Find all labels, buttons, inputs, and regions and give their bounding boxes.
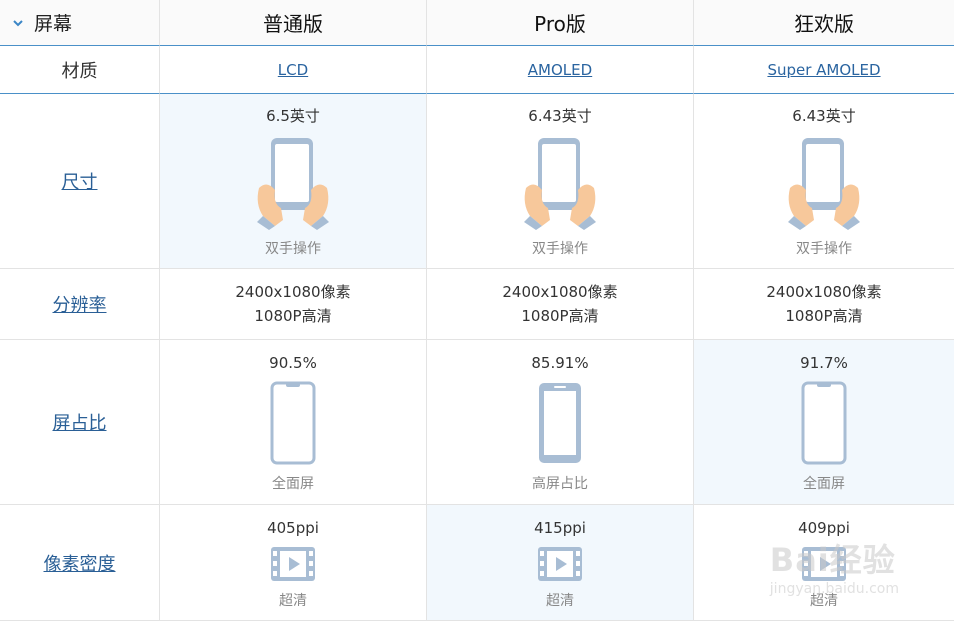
two-hand-phone-icon [253, 134, 333, 234]
resolution-quality: 1080P高清 [785, 307, 863, 325]
screen-ratio-cell: 85.91% 高屏占比 [427, 340, 694, 505]
size-cell: 6.43英寸 双手操作 [427, 94, 694, 269]
section-header[interactable]: 屏幕 [0, 0, 160, 46]
chevron-down-icon[interactable] [12, 17, 24, 29]
material-cell: LCD [160, 46, 427, 94]
comparison-table: 屏幕 普通版 Pro版 狂欢版 材质 LCD AMOLED Super AMOL… [0, 0, 954, 621]
size-value: 6.43英寸 [792, 107, 856, 125]
screen-ratio-caption: 高屏占比 [532, 476, 588, 492]
screen-ratio-value: 90.5% [269, 354, 317, 372]
resolution-cell: 2400x1080像素 1080P高清 [427, 269, 694, 340]
row-label-cell: 像素密度 [0, 505, 160, 621]
resolution-cell: 2400x1080像素 1080P高清 [160, 269, 427, 340]
pixel-density-caption: 超清 [279, 592, 307, 609]
two-hand-phone-icon [784, 134, 864, 234]
screen-ratio-value: 85.91% [531, 354, 589, 372]
material-link[interactable]: LCD [278, 61, 308, 79]
size-caption: 双手操作 [796, 241, 852, 257]
video-film-icon [801, 546, 847, 586]
pixel-density-cell: 415ppi 超清 [427, 505, 694, 621]
column-header-standard: 普通版 [160, 0, 427, 46]
resolution-quality: 1080P高清 [521, 307, 599, 325]
row-label-size[interactable]: 尺寸 [62, 168, 98, 194]
screen-ratio-value: 91.7% [800, 354, 848, 372]
section-title: 屏幕 [34, 13, 73, 35]
material-link[interactable]: Super AMOLED [767, 61, 880, 79]
pixel-density-value: 405ppi [267, 518, 319, 537]
version-name: 普通版 [263, 12, 323, 36]
resolution-quality: 1080P高清 [254, 307, 332, 325]
video-film-icon [537, 546, 583, 586]
column-header-carnival: 狂欢版 [694, 0, 954, 46]
row-label-material: 材质 [61, 60, 98, 82]
row-label-cell: 屏占比 [0, 340, 160, 505]
material-link[interactable]: AMOLED [528, 61, 592, 79]
screen-ratio-caption: 全面屏 [272, 476, 314, 492]
size-cell: 6.5英寸 双手操作 [160, 94, 427, 269]
size-cell: 6.43英寸 双手操作 [694, 94, 954, 269]
row-label-screen-ratio[interactable]: 屏占比 [53, 409, 107, 435]
size-value: 6.5英寸 [266, 107, 320, 125]
resolution-pixels: 2400x1080像素 [766, 283, 882, 301]
material-cell: Super AMOLED [694, 46, 954, 94]
screen-ratio-cell: 91.7% 全面屏 [694, 340, 954, 505]
notch-phone-icon [801, 381, 847, 469]
pixel-density-value: 409ppi [798, 518, 850, 537]
video-film-icon [270, 546, 316, 586]
material-cell: AMOLED [427, 46, 694, 94]
resolution-pixels: 2400x1080像素 [502, 283, 618, 301]
pixel-density-caption: 超清 [546, 592, 574, 609]
two-hand-phone-icon [520, 134, 600, 234]
pixel-density-value: 415ppi [534, 518, 586, 537]
version-name: Pro版 [534, 12, 586, 36]
row-label-cell: 分辨率 [0, 269, 160, 340]
row-label-resolution[interactable]: 分辨率 [53, 291, 107, 317]
resolution-pixels: 2400x1080像素 [235, 283, 351, 301]
pixel-density-cell: 409ppi 超清 [694, 505, 954, 621]
screen-ratio-cell: 90.5% 全面屏 [160, 340, 427, 505]
size-caption: 双手操作 [532, 241, 588, 257]
bezel-phone-icon [537, 381, 583, 469]
version-name: 狂欢版 [794, 12, 854, 36]
row-label-cell: 材质 [0, 46, 160, 94]
pixel-density-caption: 超清 [810, 592, 838, 609]
column-header-pro: Pro版 [427, 0, 694, 46]
resolution-cell: 2400x1080像素 1080P高清 [694, 269, 954, 340]
row-label-cell: 尺寸 [0, 94, 160, 269]
screen-ratio-caption: 全面屏 [803, 476, 845, 492]
pixel-density-cell: 405ppi 超清 [160, 505, 427, 621]
size-value: 6.43英寸 [528, 107, 592, 125]
notch-phone-icon [270, 381, 316, 469]
size-caption: 双手操作 [265, 241, 321, 257]
row-label-pixel-density[interactable]: 像素密度 [44, 550, 116, 576]
